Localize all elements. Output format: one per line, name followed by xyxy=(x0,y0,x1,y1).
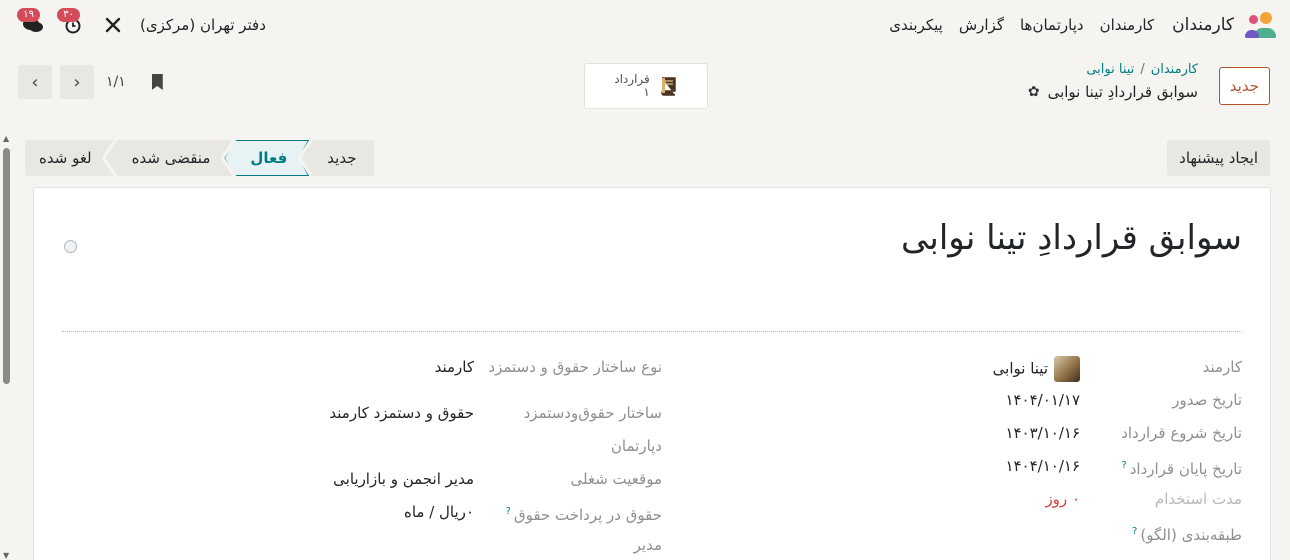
form-sheet: سوابق قراردادِ تینا نوابی کارمند تینا نو… xyxy=(33,187,1271,560)
field-label: تاریخ شروع قرارداد xyxy=(1121,424,1242,442)
company-switcher[interactable]: دفتر تهران (مرکزی) xyxy=(140,16,266,34)
contract-smart-button[interactable]: قرارداد ۱ xyxy=(584,63,708,109)
employee-value[interactable]: تینا نوابی xyxy=(993,356,1080,382)
pager: ‹ › ۱/۱ xyxy=(18,65,163,99)
pager-next-button[interactable]: › xyxy=(60,65,94,99)
employees-app-icon xyxy=(1242,12,1276,38)
nav-left: دفتر تهران (مرکزی) ۳۰ ۱۹ xyxy=(17,8,266,36)
field-template: طبقه‌بندی (الگو)? xyxy=(682,521,1242,554)
stage-new[interactable]: جدید xyxy=(301,140,375,176)
field-label-wrap: طبقه‌بندی (الگو)? xyxy=(1080,521,1242,546)
priority-dot-icon[interactable] xyxy=(64,240,77,253)
app-name: کارمندان xyxy=(1172,15,1234,35)
record-title: سوابق قراردادِ تینا نوابی xyxy=(1047,83,1198,101)
breadcrumb-employees[interactable]: کارمندان xyxy=(1151,62,1198,77)
breadcrumb-separator: / xyxy=(1140,62,1145,77)
breadcrumb-wrap: کارمندان / تینا نوابی سوابق قراردادِ تینا … xyxy=(1028,62,1198,101)
contract-title[interactable]: سوابق قراردادِ تینا نوابی xyxy=(901,218,1242,258)
menu-item-reporting[interactable]: گزارش xyxy=(959,16,1004,34)
gear-icon[interactable]: ✿ xyxy=(1028,84,1040,100)
messages-badge: ۱۹ xyxy=(17,8,40,22)
structure-input[interactable]: حقوق و دستمزد کارمند xyxy=(329,402,474,424)
field-label: مدیر xyxy=(633,536,662,554)
field-group-left: نوع ساختار حقوق و دستمزد کارمند ساختار ح… xyxy=(72,356,662,560)
smart-button-label: قرارداد xyxy=(614,72,650,86)
field-label-wrap: تاریخ پایان قرارداد? xyxy=(1080,455,1242,480)
messages-chat-icon[interactable]: ۱۹ xyxy=(17,8,46,36)
help-icon[interactable]: ? xyxy=(1121,460,1126,471)
field-label: حقوق در پرداخت حقوق xyxy=(513,506,662,524)
field-label: نوع ساختار حقوق و دستمزد xyxy=(488,358,662,376)
field-wage: حقوق در پرداخت حقوق? ۰ریال / ماه xyxy=(72,501,662,534)
field-label-wrap: حقوق در پرداخت حقوق? xyxy=(474,501,662,526)
wage-input[interactable]: ۰ریال / ماه xyxy=(404,501,474,523)
stage-expired[interactable]: منقضی شده xyxy=(106,140,233,176)
pager-value[interactable]: ۱/۱ xyxy=(106,74,126,90)
scroll-up-arrow-icon[interactable]: ▲ xyxy=(3,134,9,143)
structure-type-input[interactable]: کارمند xyxy=(435,356,474,378)
record-title-wrap: سوابق قراردادِ تینا نوابی ✿ xyxy=(1028,83,1198,101)
field-job-position: موقعیت شغلی مدیر انجمن و بازاریابی xyxy=(72,468,662,501)
scrollbar[interactable]: ▲ ▼ xyxy=(0,134,14,560)
help-icon[interactable]: ? xyxy=(1132,526,1137,537)
company-name: دفتر تهران (مرکزی) xyxy=(140,16,266,34)
bookmark-icon[interactable] xyxy=(151,74,163,90)
avatar xyxy=(1054,356,1080,382)
control-panel: جدید کارمندان / تینا نوابی سوابق قراردادِ … xyxy=(18,56,1270,112)
status-bar: جدید فعال منقضی شده لغو شده xyxy=(33,140,375,176)
issue-date-input[interactable]: ۱۴۰۴/۰۱/۱۷ xyxy=(1005,389,1080,411)
field-label: دپارتمان xyxy=(610,437,662,455)
duration-value: ۰ روز xyxy=(1045,490,1080,508)
activities-clock-icon[interactable]: ۳۰ xyxy=(57,8,86,36)
field-manager: مدیر xyxy=(72,534,662,560)
book-icon xyxy=(658,76,678,96)
tools-icon[interactable] xyxy=(100,14,126,36)
nav-right: کارمندان کارمندان دپارتمان‌ها گزارش پیکر… xyxy=(889,12,1276,38)
field-salary-structure: ساختار حقوق‌ودستمزد حقوق و دستمزد کارمند xyxy=(72,402,662,435)
stage-cancelled[interactable]: لغو شده xyxy=(25,140,114,176)
new-button[interactable]: جدید xyxy=(1218,67,1270,105)
smart-button-text: قرارداد ۱ xyxy=(614,73,650,99)
stage-running-label: فعال xyxy=(250,149,288,167)
field-department: دپارتمان xyxy=(72,435,662,468)
field-employee: کارمند تینا نوابی xyxy=(682,356,1242,389)
divider xyxy=(62,331,1242,332)
help-icon[interactable]: ? xyxy=(506,506,511,517)
field-issue-date: تاریخ صدور ۱۴۰۴/۰۱/۱۷ xyxy=(682,389,1242,422)
activities-badge: ۳۰ xyxy=(57,8,80,22)
top-navbar: کارمندان کارمندان دپارتمان‌ها گزارش پیکر… xyxy=(0,0,1290,50)
smart-button-count: ۱ xyxy=(643,85,650,99)
app-brand[interactable]: کارمندان xyxy=(1172,12,1276,38)
scroll-down-arrow-icon[interactable]: ▼ xyxy=(3,551,9,560)
end-date-input[interactable]: ۱۴۰۴/۱۰/۱۶ xyxy=(1005,455,1080,477)
job-position-input[interactable]: مدیر انجمن و بازاریابی xyxy=(333,468,474,490)
pager-previous-button[interactable]: ‹ xyxy=(18,65,52,99)
menu-item-configuration[interactable]: پیکربندی xyxy=(889,16,943,34)
employee-name: تینا نوابی xyxy=(992,359,1048,378)
status-row: ایجاد پیشنهاد جدید فعال منقضی شده لغو شد… xyxy=(33,140,1270,178)
main-menu: کارمندان دپارتمان‌ها گزارش پیکربندی xyxy=(889,16,1154,34)
field-group-right: کارمند تینا نوابی تاریخ صدور ۱۴۰۴/۰۱/۱۷ … xyxy=(682,356,1242,554)
menu-item-departments[interactable]: دپارتمان‌ها xyxy=(1020,16,1084,34)
field-label: موقعیت شغلی xyxy=(570,470,663,488)
field-duration: مدت استخدام ۰ روز xyxy=(682,488,1242,521)
field-label: کارمند xyxy=(1202,358,1242,376)
field-label: تاریخ صدور xyxy=(1172,391,1242,409)
breadcrumb: کارمندان / تینا نوابی xyxy=(1028,62,1198,77)
scroll-thumb[interactable] xyxy=(3,148,10,384)
field-end-date: تاریخ پایان قرارداد? ۱۴۰۴/۱۰/۱۶ xyxy=(682,455,1242,488)
field-salary-structure-type: نوع ساختار حقوق و دستمزد کارمند xyxy=(72,356,662,402)
start-date-input[interactable]: ۱۴۰۳/۱۰/۱۶ xyxy=(1005,422,1080,444)
field-start-date: تاریخ شروع قرارداد ۱۴۰۳/۱۰/۱۶ xyxy=(682,422,1242,455)
field-label: مدت استخدام xyxy=(1154,490,1242,508)
field-label: طبقه‌بندی (الگو) xyxy=(1140,526,1242,544)
field-label: ساختار حقوق‌ودستمزد xyxy=(523,404,662,422)
breadcrumb-employee-name[interactable]: تینا نوابی xyxy=(1086,62,1134,77)
stage-running[interactable]: فعال xyxy=(224,140,309,176)
create-proposal-button[interactable]: ایجاد پیشنهاد xyxy=(1167,140,1270,176)
field-label: تاریخ پایان قرارداد xyxy=(1129,460,1242,478)
menu-item-employees[interactable]: کارمندان xyxy=(1100,16,1155,34)
